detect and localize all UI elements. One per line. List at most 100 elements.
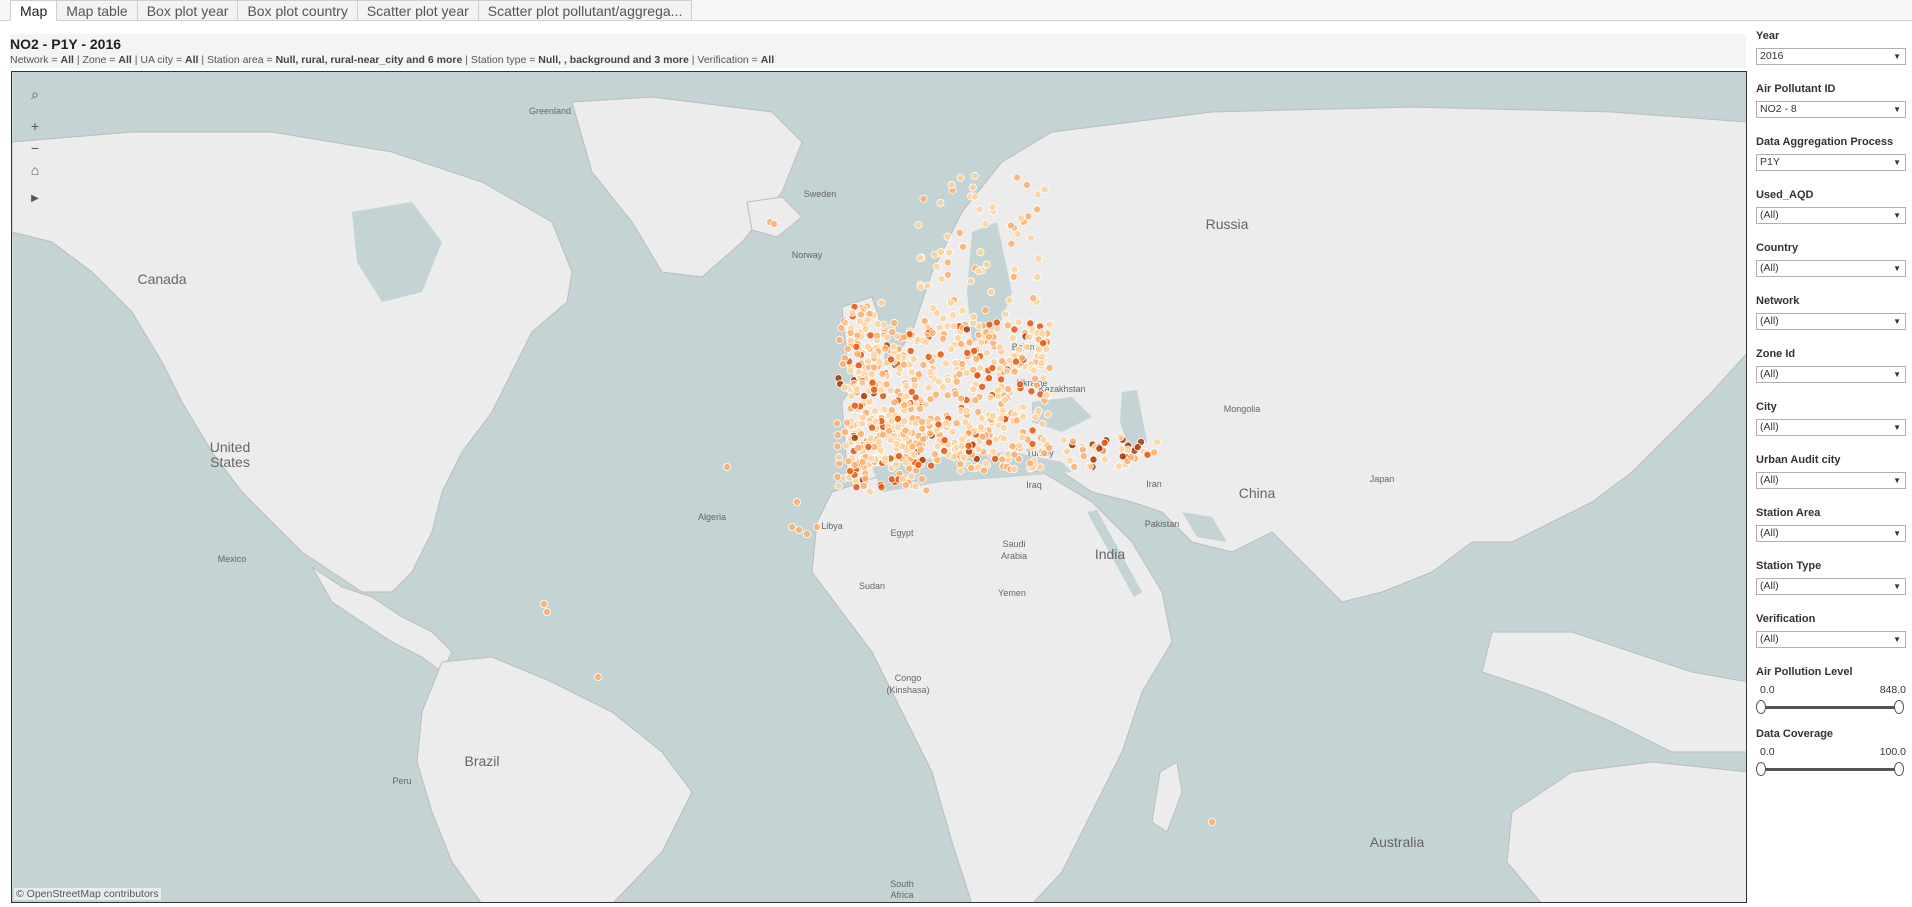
station-marker[interactable] <box>1010 367 1019 376</box>
filter-dropdown[interactable]: P1Y ▼ <box>1756 154 1906 171</box>
range-slider[interactable]: 0.0 848.0 <box>1756 680 1906 718</box>
range-min-handle[interactable] <box>1756 762 1766 776</box>
station-marker[interactable] <box>923 281 932 290</box>
station-marker[interactable] <box>867 454 876 463</box>
station-marker[interactable] <box>977 338 986 347</box>
station-marker[interactable] <box>988 202 997 211</box>
station-marker[interactable] <box>1045 363 1054 372</box>
station-marker[interactable] <box>943 232 952 241</box>
station-marker[interactable] <box>930 450 939 459</box>
station-marker[interactable] <box>870 350 879 359</box>
station-marker[interactable] <box>895 452 904 461</box>
station-marker[interactable] <box>898 475 907 484</box>
station-marker[interactable] <box>915 404 924 413</box>
station-marker[interactable] <box>1012 357 1021 366</box>
station-marker[interactable] <box>883 333 892 342</box>
station-marker[interactable] <box>1034 254 1043 263</box>
range-min-handle[interactable] <box>1756 700 1766 714</box>
station-marker[interactable] <box>951 359 960 368</box>
station-marker[interactable] <box>916 445 925 454</box>
station-marker[interactable] <box>842 441 851 450</box>
station-marker[interactable] <box>1033 205 1042 214</box>
station-marker[interactable] <box>914 370 923 379</box>
station-marker[interactable] <box>1038 419 1047 428</box>
station-marker[interactable] <box>935 323 944 332</box>
station-marker[interactable] <box>970 171 979 180</box>
station-marker[interactable] <box>894 352 903 361</box>
station-marker[interactable] <box>940 436 949 445</box>
station-marker[interactable] <box>975 205 984 214</box>
station-marker[interactable] <box>908 442 917 451</box>
station-marker[interactable] <box>977 414 986 423</box>
station-marker[interactable] <box>981 306 990 315</box>
station-marker[interactable] <box>834 481 843 490</box>
station-marker[interactable] <box>914 220 923 229</box>
tab-5[interactable]: Scatter plot year <box>357 0 479 21</box>
station-marker[interactable] <box>1100 455 1109 464</box>
station-marker[interactable] <box>998 357 1007 366</box>
station-marker[interactable] <box>859 481 868 490</box>
station-marker[interactable] <box>885 426 894 435</box>
station-marker[interactable] <box>989 447 998 456</box>
station-marker[interactable] <box>988 363 997 372</box>
station-marker[interactable] <box>966 277 975 286</box>
station-marker[interactable] <box>841 318 850 327</box>
filter-dropdown[interactable]: (All) ▼ <box>1756 631 1906 648</box>
station-marker[interactable] <box>934 420 943 429</box>
station-marker[interactable] <box>940 446 949 455</box>
station-marker[interactable] <box>1018 433 1027 442</box>
station-marker[interactable] <box>853 350 862 359</box>
station-marker[interactable] <box>1038 329 1047 338</box>
station-marker[interactable] <box>907 368 916 377</box>
station-marker[interactable] <box>1036 463 1045 472</box>
station-marker[interactable] <box>1040 185 1049 194</box>
station-marker[interactable] <box>865 487 874 496</box>
station-marker[interactable] <box>1063 447 1072 456</box>
station-marker[interactable] <box>949 453 958 462</box>
station-marker[interactable] <box>1037 359 1046 368</box>
station-marker[interactable] <box>1118 452 1127 461</box>
station-marker[interactable] <box>846 328 855 337</box>
station-marker[interactable] <box>1003 321 1012 330</box>
station-marker[interactable] <box>1123 445 1132 454</box>
station-marker[interactable] <box>981 219 990 228</box>
station-marker[interactable] <box>907 472 916 481</box>
station-marker[interactable] <box>916 283 925 292</box>
station-marker[interactable] <box>998 455 1007 464</box>
station-marker[interactable] <box>868 423 877 432</box>
station-marker[interactable] <box>945 248 954 257</box>
station-marker[interactable] <box>969 385 978 394</box>
station-marker[interactable] <box>1028 426 1037 435</box>
filter-dropdown[interactable]: (All) ▼ <box>1756 419 1906 436</box>
filter-dropdown[interactable]: (All) ▼ <box>1756 472 1906 489</box>
station-marker[interactable] <box>976 363 985 372</box>
station-marker[interactable] <box>1095 444 1104 453</box>
station-marker[interactable] <box>891 460 900 469</box>
station-marker[interactable] <box>978 382 987 391</box>
station-marker[interactable] <box>968 183 977 192</box>
station-marker[interactable] <box>924 383 933 392</box>
station-marker[interactable] <box>833 419 842 428</box>
station-marker[interactable] <box>955 370 964 379</box>
reset-view-button[interactable]: ⌂ <box>21 159 49 181</box>
station-marker[interactable] <box>846 467 855 476</box>
station-marker[interactable] <box>594 673 603 682</box>
station-marker[interactable] <box>922 486 931 495</box>
station-marker[interactable] <box>943 376 952 385</box>
station-marker[interactable] <box>996 364 1005 373</box>
station-marker[interactable] <box>981 459 990 468</box>
station-marker[interactable] <box>854 367 863 376</box>
station-marker[interactable] <box>1100 438 1109 447</box>
station-marker[interactable] <box>1039 373 1048 382</box>
station-marker[interactable] <box>974 267 983 276</box>
station-marker[interactable] <box>892 439 901 448</box>
station-marker[interactable] <box>540 600 549 609</box>
station-marker[interactable] <box>949 311 958 320</box>
range-track[interactable] <box>1761 706 1899 709</box>
station-marker[interactable] <box>887 355 896 364</box>
filter-dropdown[interactable]: (All) ▼ <box>1756 578 1906 595</box>
station-marker[interactable] <box>894 423 903 432</box>
station-marker[interactable] <box>835 335 844 344</box>
station-marker[interactable] <box>976 248 985 257</box>
station-marker[interactable] <box>992 318 1001 327</box>
